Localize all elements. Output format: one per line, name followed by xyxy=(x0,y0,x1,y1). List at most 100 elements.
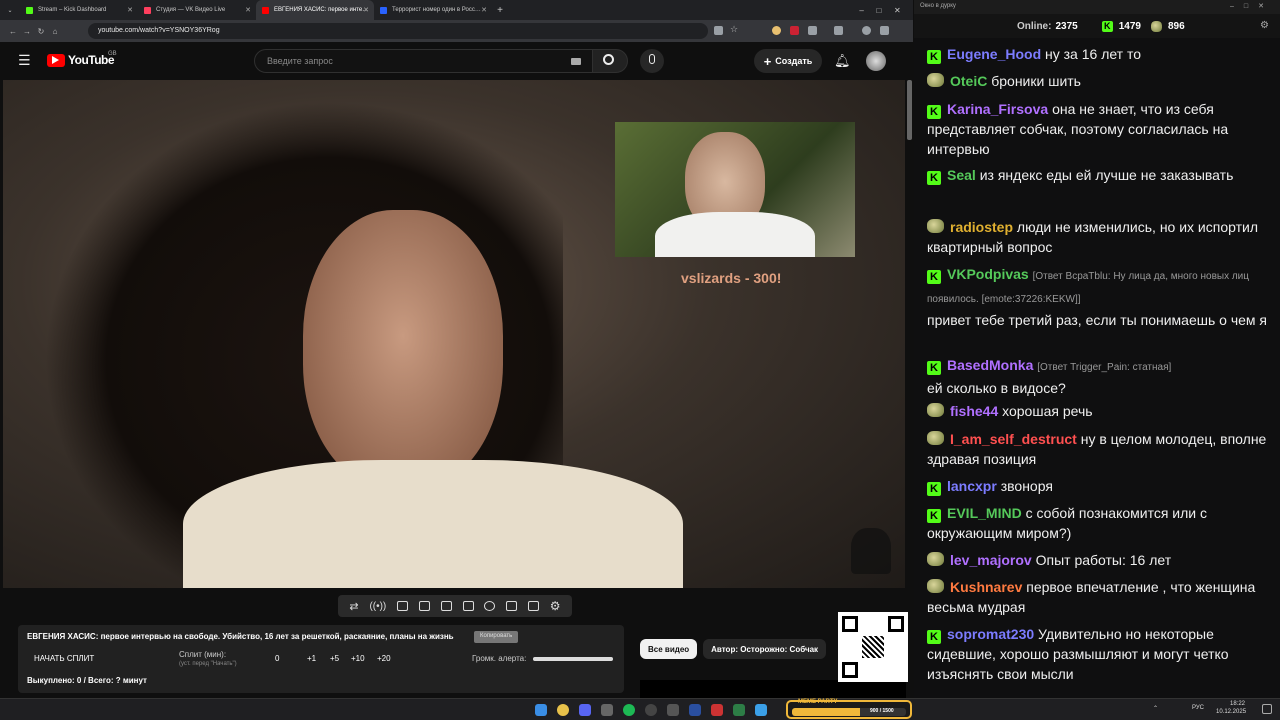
close-icon[interactable]: ✕ xyxy=(481,6,487,14)
app-icon[interactable] xyxy=(667,704,679,716)
close-icon[interactable]: ✕ xyxy=(127,6,133,14)
tab-kick[interactable]: Stream – Kick Dashboard ✕ xyxy=(20,0,138,20)
close-icon[interactable]: ✕ xyxy=(245,6,251,14)
chat-username[interactable]: Kushnarev xyxy=(950,579,1022,595)
search-input[interactable]: Введите запрос xyxy=(254,49,594,73)
clock-time[interactable]: 18:22 xyxy=(1230,701,1245,707)
related-video-thumb[interactable] xyxy=(640,680,906,698)
volume-slider[interactable] xyxy=(533,657,613,661)
repeat-icon[interactable]: ⇄ xyxy=(349,600,358,613)
profile-icon[interactable] xyxy=(862,26,871,35)
add-10-button[interactable]: +10 xyxy=(351,654,365,663)
bell-icon[interactable]: 🔔︎ xyxy=(834,53,851,69)
chat-username[interactable]: lancxpr xyxy=(947,478,997,494)
tab-vk[interactable]: Студия — VK Видео Live ✕ xyxy=(138,0,256,20)
chat-username[interactable]: Eugene_Hood xyxy=(947,46,1041,62)
chevron-up-icon[interactable]: ⌃ xyxy=(1153,705,1158,712)
reload-icon[interactable]: ↻ xyxy=(34,27,48,36)
keyboard-icon[interactable] xyxy=(571,58,581,65)
chip-all-videos[interactable]: Все видео xyxy=(640,639,698,659)
online-label: Online: xyxy=(1017,20,1052,32)
broadcast-icon[interactable]: ((•)) xyxy=(369,601,386,612)
chat-username[interactable]: OteiC xyxy=(950,73,987,89)
subtitles-icon[interactable] xyxy=(462,601,474,611)
chat-username[interactable]: BasedMonka xyxy=(947,357,1033,373)
emote-badge-icon xyxy=(927,73,944,87)
split-value-input[interactable]: 0 xyxy=(275,654,279,663)
video-player[interactable]: vslizards - 300! xyxy=(3,80,905,588)
forward-icon[interactable]: → xyxy=(20,27,34,36)
cast-icon[interactable] xyxy=(714,26,723,35)
spotify-icon[interactable] xyxy=(623,704,635,716)
speed-icon[interactable] xyxy=(484,601,496,611)
start-split-button[interactable]: НАЧАТЬ СПЛИТ xyxy=(34,654,94,663)
search-button[interactable] xyxy=(592,49,628,73)
chat-username[interactable]: EVIL_MIND xyxy=(947,505,1022,521)
chat-message: OteiC броники шить xyxy=(927,71,1270,91)
window-controls[interactable]: –□✕ xyxy=(1230,2,1274,10)
chip-author[interactable]: Автор: Осторожно: Собчак xyxy=(703,639,827,659)
extension-icon[interactable] xyxy=(790,26,799,35)
app-icon[interactable] xyxy=(755,704,767,716)
maximize-icon[interactable]: □ xyxy=(876,6,881,15)
clock-date[interactable]: 10.12.2025 xyxy=(1216,709,1246,715)
add-1-button[interactable]: +1 xyxy=(307,654,316,663)
copy-button[interactable]: Копировать xyxy=(474,631,519,643)
discord-icon[interactable] xyxy=(579,704,591,716)
extension-icon[interactable] xyxy=(772,26,781,35)
notification-icon[interactable] xyxy=(1262,704,1272,714)
close-window-icon[interactable]: ✕ xyxy=(894,6,901,15)
settings-icon[interactable]: ⚙ xyxy=(1260,20,1269,31)
tab-article[interactable]: Террорист номер один в Росс… ✕ xyxy=(374,0,492,20)
video-subject-face xyxy=(303,210,503,490)
extensions-icon[interactable] xyxy=(808,26,817,35)
screen-icon[interactable] xyxy=(397,601,409,611)
qr-pattern xyxy=(862,636,884,658)
chat-username[interactable]: lev_majorov xyxy=(950,552,1032,568)
chat-message-text: из яндекс еды ей лучше не заказывать xyxy=(979,167,1234,183)
obs-icon[interactable] xyxy=(645,704,657,716)
hamburger-icon[interactable]: ☰ xyxy=(18,52,31,69)
start-icon[interactable] xyxy=(535,704,547,716)
chat-username[interactable]: radiostep xyxy=(950,219,1013,235)
minimize-icon[interactable]: – xyxy=(859,6,863,15)
add-20-button[interactable]: +20 xyxy=(377,654,391,663)
voice-search-button[interactable] xyxy=(640,49,664,73)
app-icon[interactable] xyxy=(711,704,723,716)
chat-username[interactable]: VKPodpivas xyxy=(947,266,1029,282)
back-icon[interactable]: ← xyxy=(6,27,20,36)
address-bar[interactable]: youtube.com/watch?v=YSNOY36YRog xyxy=(88,23,708,39)
star-icon[interactable]: ☆ xyxy=(730,24,739,34)
pip-icon[interactable] xyxy=(440,601,452,611)
gear-icon[interactable]: ⚙ xyxy=(550,599,561,613)
download-icon[interactable] xyxy=(834,26,843,35)
language-indicator[interactable]: РУС xyxy=(1192,705,1204,711)
clip-icon[interactable] xyxy=(418,601,430,611)
page-scrollbar[interactable] xyxy=(907,80,912,140)
chrome-icon[interactable] xyxy=(557,704,569,716)
chat-window-title: Окно в дурку xyxy=(920,3,956,9)
home-icon[interactable]: ⌂ xyxy=(48,27,62,36)
tab-list-button[interactable]: ⌄ xyxy=(0,0,20,20)
new-tab-button[interactable]: + xyxy=(492,0,508,20)
avatar[interactable] xyxy=(866,51,886,71)
app-icon[interactable] xyxy=(733,704,745,716)
create-button[interactable]: + Создать xyxy=(754,49,822,73)
menu-icon[interactable] xyxy=(880,26,889,35)
tab-strip: ⌄ Stream – Kick Dashboard ✕ Студия — VK В… xyxy=(0,0,913,20)
chat-bottom xyxy=(914,688,1280,698)
chat-username[interactable]: sopromat230 xyxy=(947,626,1034,642)
add-screen-icon[interactable] xyxy=(506,601,518,611)
chat-stats: Online: 2375 K 1479 896 ⚙ xyxy=(914,14,1280,38)
camera-icon[interactable] xyxy=(527,601,539,611)
add-5-button[interactable]: +5 xyxy=(330,654,339,663)
app-icon[interactable] xyxy=(601,704,613,716)
tab-youtube[interactable]: ЕВГЕНИЯ ХАСИС: первое инте… ✕ xyxy=(256,0,374,20)
chat-username[interactable]: fishe44 xyxy=(950,403,998,419)
search-placeholder: Введите запрос xyxy=(267,56,333,66)
chat-username[interactable]: I_am_self_destruct xyxy=(950,431,1077,447)
app-icon[interactable] xyxy=(689,704,701,716)
chat-username[interactable]: Karina_Firsova xyxy=(947,101,1048,117)
chat-username[interactable]: Seal xyxy=(947,167,976,183)
close-icon[interactable]: ✕ xyxy=(363,6,369,14)
